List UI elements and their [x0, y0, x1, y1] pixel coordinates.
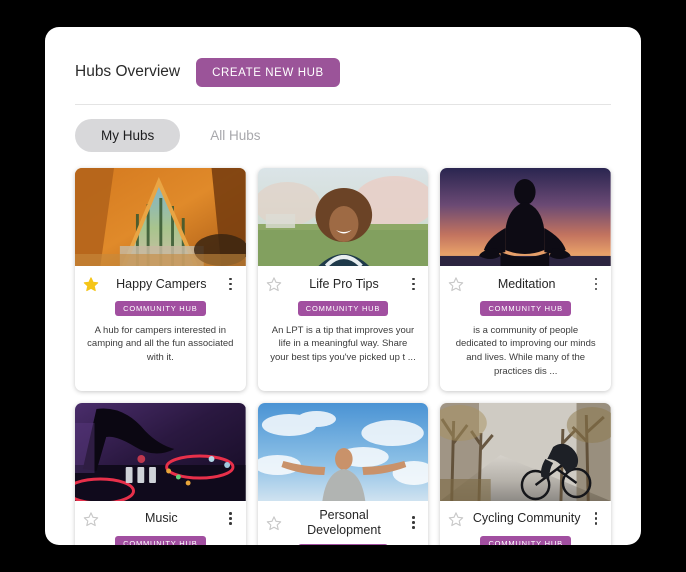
- hub-card-grid: Happy Campers COMMUNITY HUB A hub for ca…: [45, 152, 641, 545]
- hub-description: An LPT is a tip that improves your life …: [270, 324, 416, 364]
- hub-card[interactable]: Life Pro Tips COMMUNITY HUB An LPT is a …: [257, 168, 429, 391]
- kebab-menu-icon[interactable]: [406, 275, 420, 293]
- hub-card-body: Happy Campers COMMUNITY HUB A hub for ca…: [75, 266, 246, 377]
- status-badge: COMMUNITY HUB: [115, 301, 206, 316]
- hub-name: Life Pro Tips: [309, 276, 379, 291]
- hub-name: Meditation: [497, 276, 556, 291]
- status-badge: COMMUNITY HUB: [480, 535, 571, 545]
- star-outline-icon[interactable]: [448, 276, 464, 292]
- hub-thumbnail-man-arms-open-sky[interactable]: [257, 402, 429, 501]
- hub-thumbnail-meditating-silhouette-sunset[interactable]: [440, 168, 611, 266]
- hubs-overview-panel: Hubs Overview CREATE NEW HUB My Hubs All…: [45, 27, 641, 545]
- hub-card-title-row: Happy Campers: [83, 273, 238, 295]
- page-header: Hubs Overview CREATE NEW HUB: [45, 27, 641, 91]
- hub-card-body: Cycling Community COMMUNITY HUB For thos…: [440, 501, 611, 545]
- hub-thumbnail-smiling-woman-park[interactable]: [257, 168, 429, 266]
- hub-description: A hub for campers interested in camping …: [87, 324, 234, 364]
- kebab-menu-icon[interactable]: [224, 510, 238, 528]
- hub-card-body: Life Pro Tips COMMUNITY HUB An LPT is a …: [258, 266, 429, 377]
- tab-my-hubs[interactable]: My Hubs: [75, 119, 181, 152]
- hub-name: Cycling Community: [472, 511, 581, 526]
- hub-card-title-row: Meditation: [448, 273, 603, 295]
- hub-thumbnail-cyclist-tree-lined-road[interactable]: [440, 402, 611, 501]
- kebab-menu-icon[interactable]: [589, 510, 603, 528]
- status-badge: COMMUNITY HUB: [297, 301, 389, 316]
- hub-card-title-row: Personal Development: [266, 508, 421, 538]
- hub-card-title-row: Cycling Community: [448, 508, 603, 530]
- tab-bar: My Hubs All Hubs: [45, 105, 641, 152]
- star-filled-icon[interactable]: [83, 276, 99, 292]
- status-badge: COMMUNITY HUB: [297, 543, 389, 545]
- hub-card[interactable]: Personal Development COMMUNITY HUB Self …: [257, 402, 429, 545]
- hub-card-body: Meditation COMMUNITY HUB is a community …: [440, 266, 611, 391]
- hub-thumbnail-dj-turntable-mixer[interactable]: [75, 402, 246, 501]
- hub-card[interactable]: Meditation COMMUNITY HUB is a community …: [440, 168, 611, 391]
- hub-thumbnail-tent-campsite-forest[interactable]: [75, 168, 246, 266]
- hub-description: is a community of people dedicated to im…: [455, 324, 596, 377]
- status-badge: COMMUNITY HUB: [115, 535, 206, 545]
- hub-name: Personal Development: [307, 507, 381, 537]
- hub-card-title-row: Music: [83, 508, 238, 530]
- star-outline-icon[interactable]: [266, 515, 282, 531]
- page-title: Hubs Overview: [75, 63, 181, 80]
- create-new-hub-button[interactable]: CREATE NEW HUB: [196, 57, 340, 87]
- status-badge: COMMUNITY HUB: [480, 301, 571, 316]
- hub-card-title-row: Life Pro Tips: [266, 273, 421, 295]
- kebab-menu-icon[interactable]: [224, 275, 238, 293]
- kebab-menu-icon[interactable]: [589, 275, 603, 293]
- star-outline-icon[interactable]: [266, 276, 282, 292]
- hub-name: Music: [145, 511, 178, 526]
- tab-all-hubs[interactable]: All Hubs: [184, 119, 286, 152]
- kebab-menu-icon[interactable]: [406, 514, 420, 532]
- hub-card[interactable]: Cycling Community COMMUNITY HUB For thos…: [440, 402, 611, 545]
- star-outline-icon[interactable]: [83, 511, 99, 527]
- hub-card[interactable]: Happy Campers COMMUNITY HUB A hub for ca…: [75, 168, 246, 391]
- hub-name: Happy Campers: [116, 276, 207, 291]
- hub-card[interactable]: Music COMMUNITY HUB A discussion on all …: [75, 402, 246, 545]
- hub-card-body: Personal Development COMMUNITY HUB Self …: [258, 501, 429, 545]
- hub-card-body: Music COMMUNITY HUB A discussion on all …: [75, 501, 246, 545]
- star-outline-icon[interactable]: [448, 511, 464, 527]
